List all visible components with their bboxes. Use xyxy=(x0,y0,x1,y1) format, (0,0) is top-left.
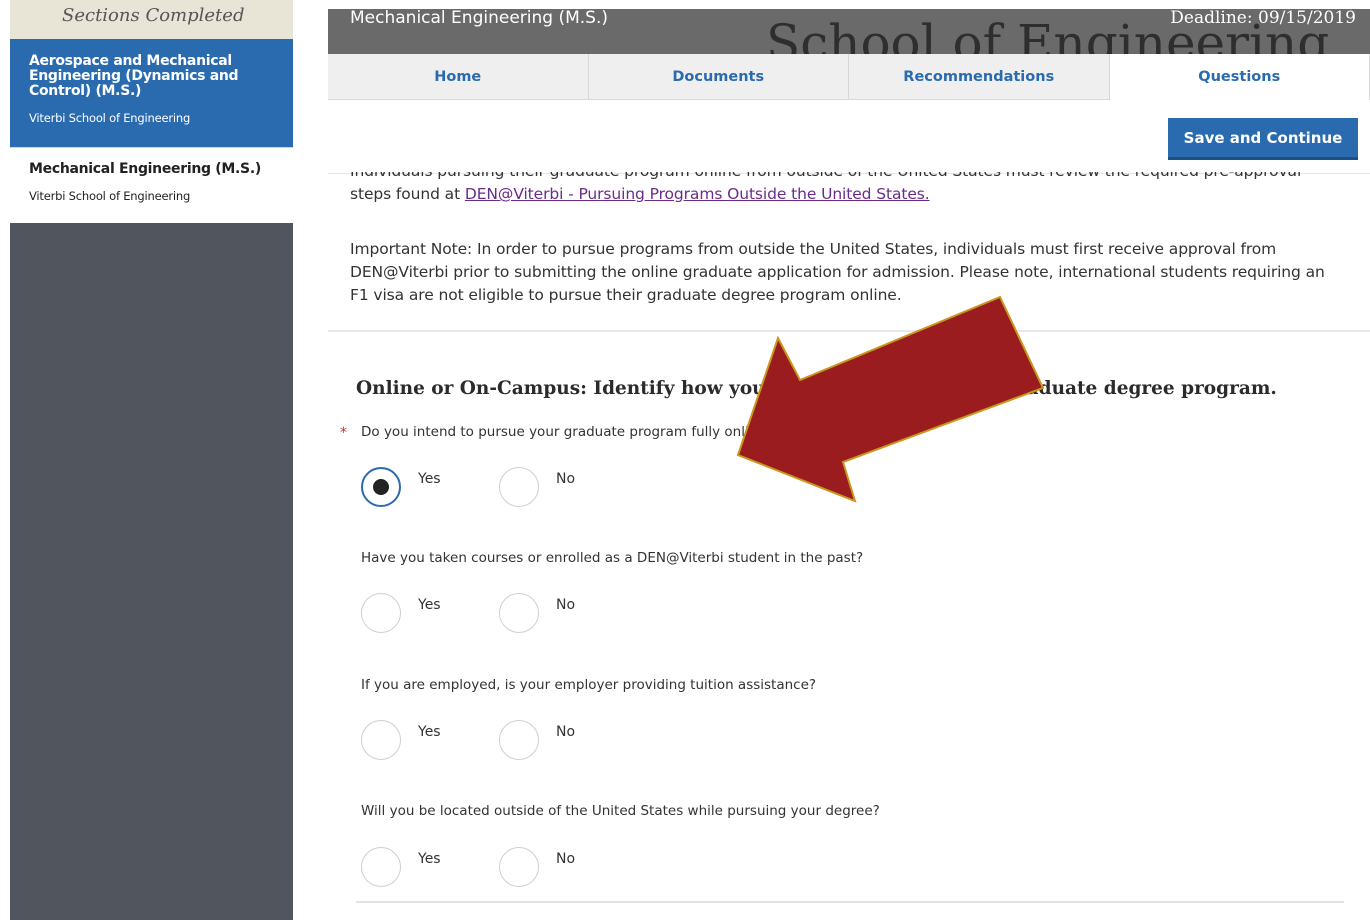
tab-home[interactable]: Home xyxy=(328,54,589,100)
tab-bar: Home Documents Recommendations Questions xyxy=(328,54,1370,100)
radio-yes[interactable] xyxy=(361,847,401,887)
required-marker: * xyxy=(340,425,347,441)
radio-group-located-outside-us: Yes No xyxy=(361,847,621,887)
sidebar: Sections Completed Aerospace and Mechani… xyxy=(10,0,293,920)
section-divider xyxy=(356,901,1344,903)
sidebar-item-title: Aerospace and Mechanical Engineering (Dy… xyxy=(29,53,239,99)
tab-documents[interactable]: Documents xyxy=(588,54,849,100)
save-and-continue-button[interactable]: Save and Continue xyxy=(1168,118,1358,160)
radio-group-tuition-assistance: Yes No xyxy=(361,720,621,760)
important-note-paragraph: Important Note: In order to pursue progr… xyxy=(350,240,1325,304)
sidebar-item-aerospace-mechanical[interactable]: Aerospace and Mechanical Engineering (Dy… xyxy=(10,39,293,147)
radio-no[interactable] xyxy=(499,720,539,760)
sidebar-item-school: Viterbi School of Engineering xyxy=(29,111,191,125)
radio-no[interactable] xyxy=(499,593,539,633)
sidebar-heading-text: Sections Completed xyxy=(62,5,245,26)
radio-yes[interactable] xyxy=(361,720,401,760)
radio-yes-label: Yes xyxy=(418,851,441,867)
question-located-outside-us: Will you be located outside of the Unite… xyxy=(361,803,880,819)
radio-group-fully-online: Yes No xyxy=(361,467,621,507)
radio-no[interactable] xyxy=(499,847,539,887)
radio-group-past-den-student: Yes No xyxy=(361,593,621,633)
paragraph-text: steps found at xyxy=(350,185,465,203)
sidebar-item-mechanical-engineering[interactable]: Mechanical Engineering (M.S.) Viterbi Sc… xyxy=(10,147,293,223)
question-fully-online: Do you intend to pursue your graduate pr… xyxy=(361,424,773,440)
sidebar-heading: Sections Completed xyxy=(10,0,293,39)
radio-yes[interactable] xyxy=(361,593,401,633)
tab-questions[interactable]: Questions xyxy=(1109,54,1370,100)
question-past-den-student: Have you taken courses or enrolled as a … xyxy=(361,550,864,566)
section-divider xyxy=(328,330,1370,332)
radio-yes[interactable] xyxy=(361,467,401,507)
question-tuition-assistance: If you are employed, is your employer pr… xyxy=(361,677,817,693)
sidebar-item-school: Viterbi School of Engineering xyxy=(29,189,191,203)
radio-no-label: No xyxy=(556,597,576,613)
radio-yes-label: Yes xyxy=(418,724,441,740)
sidebar-item-title: Mechanical Engineering (M.S.) xyxy=(29,161,261,177)
den-viterbi-outside-us-link[interactable]: DEN@Viterbi - Pursuing Programs Outside … xyxy=(465,185,930,203)
outside-us-paragraph: Individuals pursuing their graduate prog… xyxy=(350,172,1340,216)
radio-no-label: No xyxy=(556,471,576,487)
radio-no-label: No xyxy=(556,724,576,740)
program-title: Mechanical Engineering (M.S.) xyxy=(350,9,608,28)
radio-yes-label: Yes xyxy=(418,471,441,487)
deadline-label: Deadline: 09/15/2019 xyxy=(1170,9,1356,28)
radio-yes-label: Yes xyxy=(418,597,441,613)
section-title: Online or On-Campus: Identify how you in… xyxy=(356,378,1277,399)
program-banner: School of Engineering Mechanical Enginee… xyxy=(328,9,1370,54)
radio-no-label: No xyxy=(556,851,576,867)
radio-no[interactable] xyxy=(499,467,539,507)
tab-recommendations[interactable]: Recommendations xyxy=(849,54,1110,100)
paragraph-cut-line: Individuals pursuing their graduate prog… xyxy=(350,172,1340,183)
